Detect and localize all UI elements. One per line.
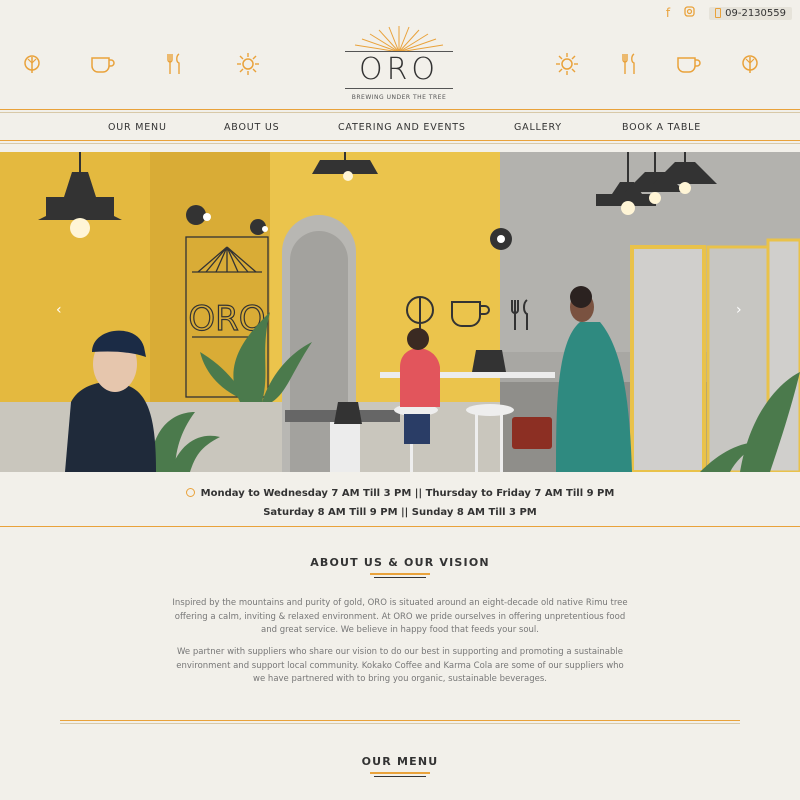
hours-line-2: Saturday 8 AM Till 9 PM || Sunday 8 AM T… <box>263 507 537 518</box>
hero-prev-arrow[interactable]: ‹ <box>56 302 62 318</box>
nav-our-menu[interactable]: OUR MENU <box>108 122 167 133</box>
logo-name: ORO <box>358 52 440 87</box>
nav-rule-top-inner <box>0 112 800 113</box>
site-header: ORO BREWING UNDER THE TREE <box>0 20 800 110</box>
nav-catering-events[interactable]: CATERING AND EVENTS <box>338 122 466 133</box>
hero-image: ORO <box>0 152 800 472</box>
menu-title: OUR MENU <box>361 755 439 768</box>
nav-rule-top <box>0 109 800 110</box>
leaf-icon <box>738 52 762 76</box>
hero-next-arrow[interactable]: › <box>736 302 742 318</box>
instagram-icon[interactable] <box>684 6 695 20</box>
sun-icon <box>236 52 260 76</box>
about-paragraph-2: We partner with suppliers who share our … <box>176 647 624 684</box>
nav-rule-bottom <box>0 140 800 141</box>
menu-title-underline <box>370 772 430 774</box>
sun-icon <box>555 52 579 76</box>
nav-about-us[interactable]: ABOUT US <box>224 122 280 133</box>
nav-book-a-table[interactable]: BOOK A TABLE <box>622 122 701 133</box>
oro-logo[interactable]: ORO BREWING UNDER THE TREE <box>337 24 461 108</box>
phone-number[interactable]: 09-2130559 <box>709 6 792 20</box>
hours-rule <box>0 526 800 527</box>
section-divider <box>60 720 740 721</box>
menu-title-underline-2 <box>374 776 426 777</box>
hero-slider[interactable]: ORO ‹ › <box>0 152 800 472</box>
nav-rule-bottom-inner <box>0 143 800 144</box>
cutlery-icon <box>618 52 642 76</box>
about-title-underline-2 <box>374 577 426 578</box>
leaf-icon <box>20 52 44 76</box>
about-title: ABOUT US & OUR VISION <box>310 556 490 569</box>
sunburst-icon <box>354 26 444 52</box>
phone-text: 09-2130559 <box>725 7 786 19</box>
facebook-icon[interactable]: f <box>666 6 670 20</box>
cup-icon <box>676 52 702 76</box>
cutlery-icon <box>163 52 187 76</box>
clock-icon <box>185 488 195 497</box>
about-paragraph-1: Inspired by the mountains and purity of … <box>172 598 628 635</box>
opening-hours: Monday to Wednesday 7 AM Till 3 PM || Th… <box>0 484 800 522</box>
nav-gallery[interactable]: GALLERY <box>514 122 562 133</box>
phone-icon <box>715 8 722 18</box>
about-title-underline <box>370 573 430 575</box>
logo-tagline: BREWING UNDER THE TREE <box>351 94 447 101</box>
hours-line-1: Monday to Wednesday 7 AM Till 3 PM || Th… <box>200 488 615 499</box>
main-nav: OUR MENU ABOUT US CATERING AND EVENTS GA… <box>0 114 800 140</box>
section-divider-inner <box>60 723 740 724</box>
cup-icon <box>90 52 116 76</box>
